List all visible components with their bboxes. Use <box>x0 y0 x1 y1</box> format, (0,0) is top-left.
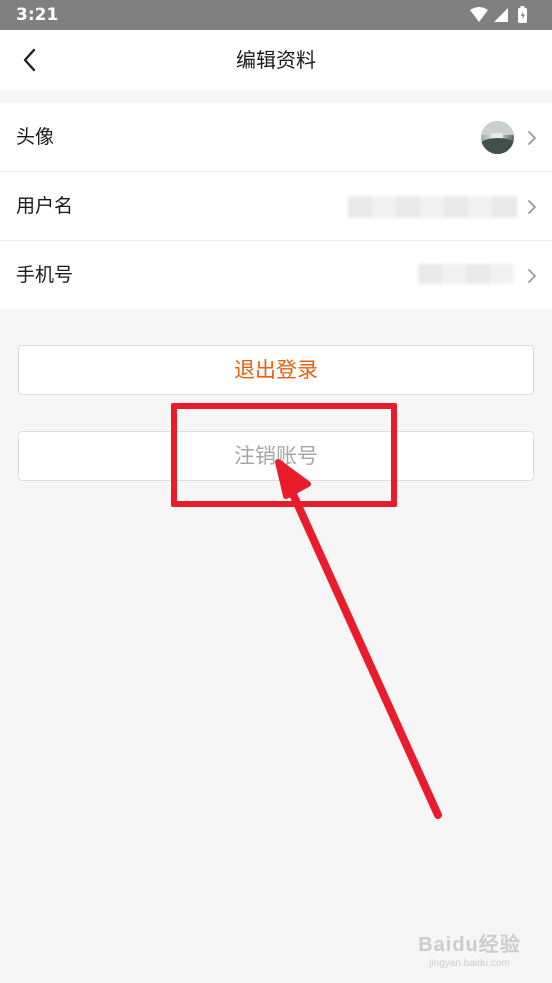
cancel-account-button[interactable]: 注销账号 <box>18 431 534 481</box>
back-button[interactable] <box>8 38 52 82</box>
settings-list: 头像 用户名 手机号 <box>0 103 552 309</box>
page-title: 编辑资料 <box>236 48 316 72</box>
status-time: 3:21 <box>16 5 59 25</box>
phone-value-blurred <box>418 264 514 284</box>
username-value-blurred <box>348 196 518 218</box>
chevron-left-icon <box>23 48 36 72</box>
phone-row[interactable]: 手机号 <box>0 241 552 309</box>
status-bar: 3:21 <box>0 0 552 30</box>
status-icons <box>468 6 538 24</box>
watermark: Baidu经验 jingyan.baidu.com <box>417 928 522 969</box>
watermark-sub: jingyan.baidu.com <box>429 958 510 969</box>
chevron-right-icon <box>528 269 536 283</box>
avatar-row[interactable]: 头像 <box>0 103 552 172</box>
battery-icon <box>518 6 527 23</box>
avatar <box>481 121 514 154</box>
watermark-logo: Baidu经验 <box>418 934 521 956</box>
username-row[interactable]: 用户名 <box>0 172 552 241</box>
row-label-phone: 手机号 <box>16 264 74 286</box>
logout-button[interactable]: 退出登录 <box>18 345 534 395</box>
cell-signal-icon <box>494 8 508 22</box>
chevron-right-icon <box>528 131 536 145</box>
chevron-right-icon <box>528 200 536 214</box>
wifi-icon <box>470 7 488 22</box>
row-label-username: 用户名 <box>16 195 74 217</box>
row-label-avatar: 头像 <box>16 126 55 148</box>
nav-bar: 编辑资料 <box>0 30 552 90</box>
